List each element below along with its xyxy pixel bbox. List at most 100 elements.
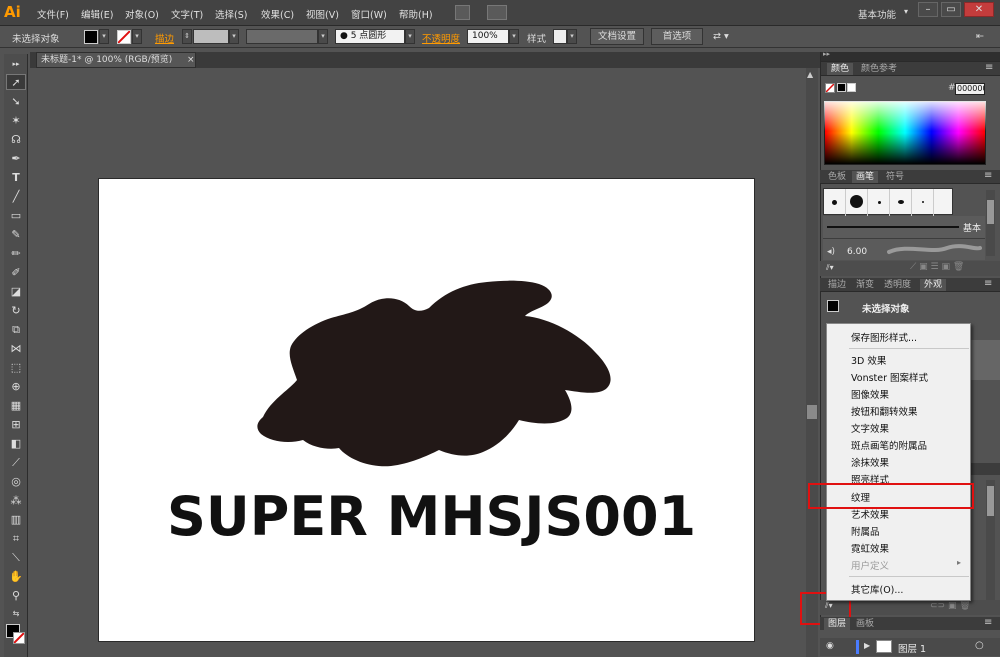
menu-edit[interactable]: 编辑(E)	[81, 7, 113, 21]
free-transform-tool-icon[interactable]: ⬚	[6, 360, 26, 376]
tools-collapse-icon[interactable]: ▸▸	[6, 56, 26, 72]
tab-brushes[interactable]: 画笔	[852, 171, 879, 183]
blob-brush-tool-icon[interactable]: ✐	[6, 265, 26, 281]
fill-dropdown-icon[interactable]: ▾	[99, 29, 109, 44]
tab-gradient[interactable]: 渐变	[852, 279, 878, 291]
mesh-tool-icon[interactable]: ⊞	[6, 417, 26, 433]
menu-item-neon-effects[interactable]: 霓虹效果	[851, 541, 889, 555]
tab-artboards[interactable]: 画板	[852, 618, 878, 630]
tab-color-guide[interactable]: 颜色参考	[857, 63, 901, 75]
perspective-grid-tool-icon[interactable]: ▦	[6, 398, 26, 414]
canvas-vertical-scrollbar[interactable]: ▲	[806, 68, 818, 657]
menu-select[interactable]: 选择(S)	[215, 7, 247, 21]
swap-fill-stroke-icon[interactable]: ⇆	[6, 606, 26, 622]
color-stroke-none-icon[interactable]	[825, 83, 835, 93]
shape-builder-tool-icon[interactable]: ⊕	[6, 379, 26, 395]
fill-swatch[interactable]	[84, 30, 98, 44]
menu-item-scribble-effects[interactable]: 涂抹效果	[851, 455, 889, 469]
rectangle-tool-icon[interactable]: ▭	[6, 208, 26, 224]
workspace-dropdown-icon[interactable]: ▾	[904, 7, 908, 16]
menu-file[interactable]: 文件(F)	[37, 7, 69, 21]
artboard-headline-text[interactable]: SUPER MHSJS001	[167, 485, 754, 548]
column-graph-tool-icon[interactable]: ▥	[6, 512, 26, 528]
tab-swatches[interactable]: 色板	[824, 171, 850, 183]
menu-help[interactable]: 帮助(H)	[399, 7, 433, 21]
menu-item-other-library[interactable]: 其它库(O)...	[851, 582, 903, 596]
brush-empty-slot[interactable]	[934, 189, 956, 216]
color-panel-menu-icon[interactable]: ≡	[985, 62, 993, 73]
hand-tool-icon[interactable]: ✋	[6, 569, 26, 585]
style-dropdown-icon[interactable]: ▾	[567, 29, 577, 44]
dock-collapse-icon[interactable]: ▸▸	[823, 50, 830, 58]
magic-wand-tool-icon[interactable]: ✶	[6, 113, 26, 129]
artistic-brush-stroke[interactable]	[887, 242, 982, 258]
arrange-documents-icon[interactable]	[487, 5, 507, 20]
layer-row[interactable]: ◉ ▶ 图层 1 ○	[820, 638, 1000, 656]
ink-blob-shape[interactable]	[249, 276, 629, 471]
dock-header[interactable]: ▸▸	[821, 50, 1000, 62]
workspace-switcher[interactable]: 基本功能	[858, 7, 896, 21]
appearance-panel-menu-icon[interactable]: ≡	[984, 278, 992, 289]
brush-actions-icons[interactable]: ⟋ ▣ ☰ ▣ 🗑	[910, 262, 964, 272]
stroke-weight-dropdown-icon[interactable]: ▾	[229, 29, 239, 44]
direct-selection-tool-icon[interactable]: ➘	[6, 94, 26, 110]
brush-fine-dot[interactable]	[912, 189, 934, 216]
opacity-dropdown-icon[interactable]: ▾	[509, 29, 519, 44]
color-white-swatch[interactable]	[847, 83, 856, 92]
graphic-style-swatch[interactable]	[553, 29, 567, 44]
brush-definition-field[interactable]: ● 5 点圆形	[335, 29, 405, 44]
document-tab[interactable]: 未标题-1* @ 100% (RGB/预览) ×	[36, 52, 196, 68]
menu-item-user-defined[interactable]: 用户定义	[851, 558, 889, 572]
width-tool-icon[interactable]: ⋈	[6, 341, 26, 357]
symbol-sprayer-tool-icon[interactable]: ⁂	[6, 493, 26, 509]
color-black-swatch[interactable]	[837, 83, 846, 92]
eyedropper-tool-icon[interactable]: ⟋	[6, 455, 26, 471]
gradient-tool-icon[interactable]: ◧	[6, 436, 26, 452]
type-tool-icon[interactable]: T	[6, 170, 26, 186]
tab-appearance[interactable]: 外观	[920, 279, 947, 291]
menu-item-image-effects[interactable]: 图像效果	[851, 387, 889, 401]
hex-color-input[interactable]: 000000	[955, 83, 985, 95]
brushes-panel-menu-icon[interactable]: ≡	[984, 170, 992, 181]
tab-symbols[interactable]: 符号	[882, 171, 908, 183]
tab-stroke[interactable]: 描边	[824, 279, 850, 291]
menu-item-3d-effects[interactable]: 3D 效果	[851, 353, 886, 367]
menu-window[interactable]: 窗口(W)	[351, 7, 387, 21]
tab-layers[interactable]: 图层	[824, 618, 851, 630]
menu-item-save-graphic-styles[interactable]: 保存图形样式...	[851, 330, 917, 344]
menu-type[interactable]: 文字(T)	[171, 7, 203, 21]
menu-item-blob-brush-additions[interactable]: 斑点画笔的附属品	[851, 438, 927, 452]
menu-item-vonster-patterns[interactable]: Vonster 图案样式	[851, 370, 928, 384]
brush-large-dot[interactable]	[846, 189, 868, 216]
maximize-button[interactable]: ▭	[941, 2, 961, 17]
document-setup-button[interactable]: 文档设置	[590, 28, 644, 45]
brush-tiny-dot[interactable]	[868, 189, 890, 216]
slice-tool-icon[interactable]: ⟍	[6, 550, 26, 566]
close-tab-icon[interactable]: ×	[187, 53, 195, 67]
bridge-icon[interactable]	[455, 5, 470, 20]
minimize-button[interactable]: –	[918, 2, 938, 17]
brush-dropdown-icon[interactable]: ▾	[405, 29, 415, 44]
menu-item-buttons-rollovers[interactable]: 按钮和翻转效果	[851, 404, 918, 418]
eraser-tool-icon[interactable]: ◪	[6, 284, 26, 300]
preferences-button[interactable]: 首选项	[651, 28, 703, 45]
profile-dropdown-icon[interactable]: ▾	[318, 29, 328, 44]
layer-visibility-icon[interactable]: ◉	[826, 641, 834, 651]
stroke-color-icon[interactable]	[13, 632, 25, 644]
stroke-weight-stepper[interactable]: ⇕	[182, 29, 192, 44]
basic-brush-stroke[interactable]	[827, 226, 959, 228]
tab-transparency[interactable]: 透明度	[880, 279, 915, 291]
blend-tool-icon[interactable]: ◎	[6, 474, 26, 490]
brush-small-dot[interactable]	[824, 189, 846, 216]
menu-item-type-effects[interactable]: 文字效果	[851, 421, 889, 435]
layer-expand-icon[interactable]: ▶	[864, 641, 870, 650]
menu-item-additive[interactable]: 附属品	[851, 524, 880, 538]
canvas-scroll-thumb[interactable]	[807, 405, 817, 419]
layer-target-icon[interactable]: ○	[975, 640, 984, 651]
scroll-up-icon[interactable]: ▲	[807, 70, 813, 79]
scale-tool-icon[interactable]: ⧉	[6, 322, 26, 338]
close-button[interactable]: ✕	[964, 2, 994, 17]
panel-menu-icon[interactable]: ⇤	[976, 31, 984, 42]
variable-width-profile[interactable]	[246, 29, 318, 44]
pencil-tool-icon[interactable]: ✏	[6, 246, 26, 262]
